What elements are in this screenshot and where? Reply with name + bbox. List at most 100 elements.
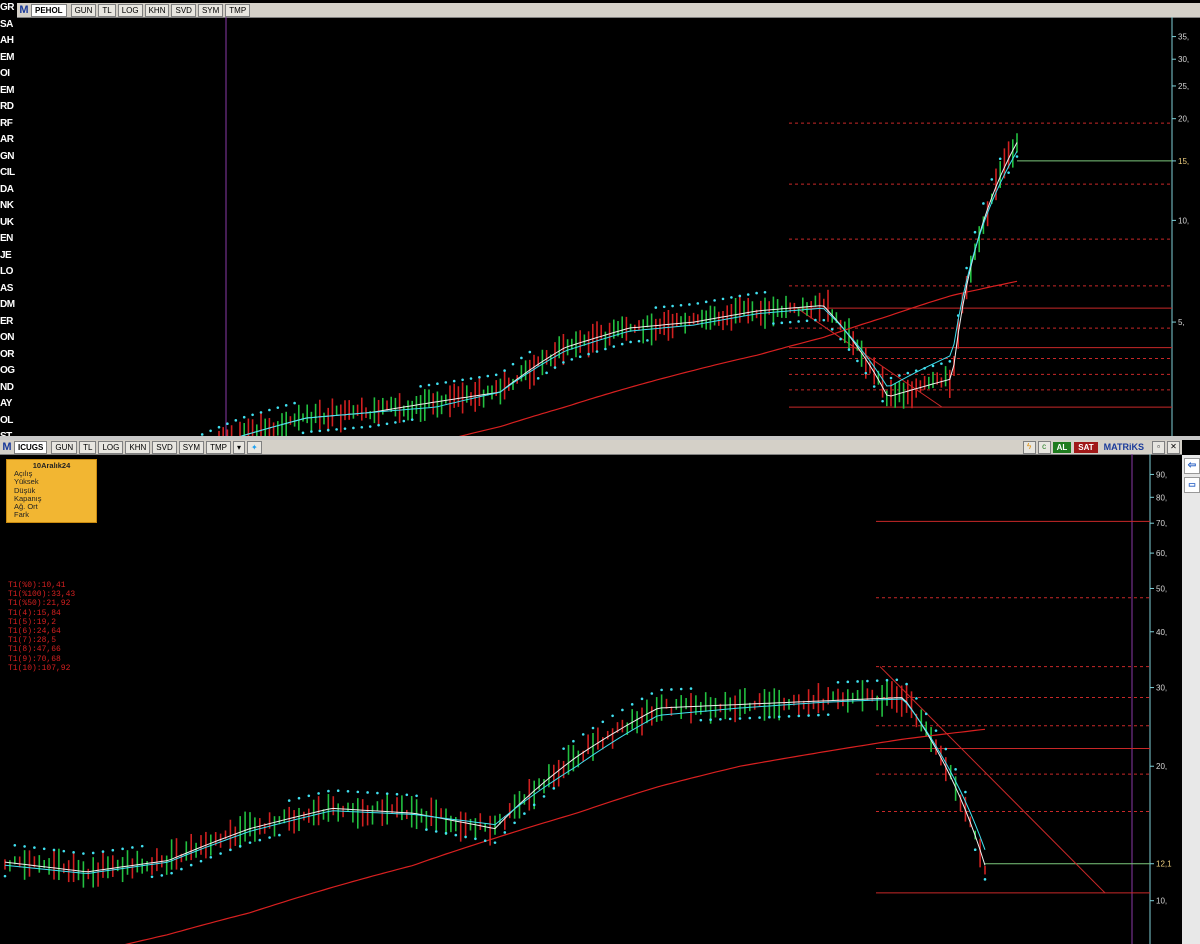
sar-dot — [570, 358, 574, 361]
sar-dot — [748, 716, 752, 720]
toolbar-button-gun[interactable]: GUN — [51, 440, 78, 454]
toolbar-button-sym[interactable]: SYM — [197, 3, 224, 17]
sar-dot — [839, 337, 842, 341]
toolbar-button-gun[interactable]: GUN — [70, 3, 97, 17]
toolbar-button-tmp[interactable]: TMP — [206, 440, 231, 454]
axis-tick-label: 5, — [1178, 318, 1185, 327]
bottom-chart-panel: M ICUGS GUN TL LOG KHN SVD SYM TMP ▾ ✦ ϟ… — [0, 440, 1182, 944]
buy-button[interactable]: AL — [1052, 441, 1072, 453]
sar-dot — [33, 846, 36, 849]
sar-dot — [797, 320, 800, 323]
symbol-list-item[interactable]: OI — [0, 66, 17, 83]
symbol-list-item[interactable]: RD — [0, 99, 17, 116]
sar-dot — [343, 427, 347, 430]
axis-tick-label: 10, — [1178, 216, 1189, 225]
symbol-list-item[interactable]: OR — [0, 347, 17, 364]
sar-dot — [13, 843, 17, 847]
window-icon[interactable]: ▭ — [1184, 477, 1200, 493]
toolbar-button-svd[interactable]: SVD — [171, 3, 196, 17]
symbol-list-item[interactable]: AH — [0, 33, 17, 50]
price-chart-bottom[interactable]: 90, 80, 70, 60, 50, 40, 30, 20, 12,1 10, — [0, 454, 1182, 944]
fib-level-label: T1(10):107,92 — [8, 663, 71, 673]
symbol-list-item[interactable]: OG — [0, 363, 17, 380]
sar-dot — [469, 377, 473, 380]
symbol-list-item[interactable]: EM — [0, 50, 17, 67]
toolbar-button-log[interactable]: LOG — [117, 3, 143, 17]
axis-tick-label: 30, — [1156, 684, 1167, 693]
sar-dot — [284, 404, 288, 407]
symbol-list-item[interactable]: RF — [0, 116, 17, 133]
sar-dot — [180, 867, 183, 871]
dropdown-arrow-icon[interactable]: ▾ — [232, 440, 245, 454]
sell-button[interactable]: SAT — [1074, 441, 1098, 453]
symbol-list-item[interactable]: ND — [0, 380, 17, 397]
sar-dot — [209, 429, 212, 433]
axis-tick-label: 35, — [1178, 33, 1189, 42]
sar-dot — [493, 841, 497, 844]
series-line — [4, 697, 986, 873]
close-icon[interactable]: ✕ — [1167, 440, 1180, 454]
toolbar-button-tl[interactable]: TL — [98, 3, 116, 17]
symbol-list-item[interactable]: OL — [0, 413, 17, 430]
sar-dot — [405, 793, 409, 797]
sar-dot — [242, 415, 246, 419]
trend-line — [879, 666, 1106, 894]
refresh-icon[interactable]: c — [1037, 440, 1051, 454]
back-arrow-icon[interactable]: ⇦ — [1184, 458, 1200, 474]
sar-dot — [728, 717, 732, 721]
symbol-list-item[interactable]: EM — [0, 83, 17, 100]
sar-dot — [234, 419, 238, 422]
bottom-toolbar: M ICUGS GUN TL LOG KHN SVD SYM TMP ▾ ✦ ϟ… — [0, 440, 1182, 455]
symbol-list-item[interactable]: JE — [0, 248, 17, 265]
sar-dot — [552, 787, 556, 790]
sar-dot — [268, 408, 271, 412]
symbol-list-item[interactable]: AR — [0, 132, 17, 149]
symbol-list-item[interactable]: EN — [0, 231, 17, 248]
price-chart-top[interactable]: 35, 30, 25, 20, 15, 10, 5, — [17, 17, 1200, 436]
toolbar-button-sym[interactable]: SYM — [178, 440, 205, 454]
toolbar-button-svd[interactable]: SVD — [152, 440, 177, 454]
symbol-list-item[interactable]: ER — [0, 314, 17, 331]
restore-icon[interactable]: ▫ — [1152, 440, 1165, 454]
symbol-list-item[interactable]: DA — [0, 182, 17, 199]
symbol-list-item[interactable]: UK — [0, 215, 17, 232]
symbol-list-item[interactable]: SA — [0, 17, 17, 34]
axis-tick-label: 30, — [1178, 55, 1189, 64]
symbol-input[interactable]: ICUGS — [14, 440, 48, 454]
symbol-list-item[interactable]: ON — [0, 330, 17, 347]
toolbar-button-tl[interactable]: TL — [79, 440, 97, 454]
lightning-icon[interactable]: ϟ — [1022, 440, 1036, 454]
series-line — [4, 698, 986, 874]
symbol-list-item[interactable]: GR — [0, 0, 17, 17]
sar-dot — [982, 202, 985, 205]
symbol-list-item[interactable]: GN — [0, 149, 17, 166]
toolbar-button-tmp[interactable]: TMP — [225, 3, 251, 17]
sar-dot — [377, 423, 380, 427]
sar-dot — [523, 812, 526, 815]
symbol-list-item[interactable]: AS — [0, 281, 17, 298]
sar-dot — [612, 345, 616, 348]
sar-dot — [394, 421, 397, 424]
axis-tick-label: 15, — [1178, 157, 1189, 166]
sar-dot — [238, 844, 242, 848]
symbol-list-item[interactable]: AY — [0, 396, 17, 413]
sar-dot — [923, 366, 926, 370]
sar-dot — [317, 792, 320, 795]
twitter-icon[interactable]: ✦ — [246, 440, 262, 454]
toolbar-button-log[interactable]: LOG — [98, 440, 124, 454]
sar-dot — [326, 428, 330, 432]
sar-dot — [419, 385, 422, 388]
symbol-list-item[interactable]: LO — [0, 264, 17, 281]
symbol-list-item[interactable]: CIL — [0, 165, 17, 182]
symbol-input[interactable]: PEHOL — [31, 3, 67, 17]
sar-dot — [630, 703, 634, 706]
sar-dot — [520, 356, 523, 360]
symbol-list-item[interactable]: NK — [0, 198, 17, 215]
toolbar-button-khn[interactable]: KHN — [144, 3, 170, 17]
sar-dot — [436, 382, 439, 385]
toolbar-button-khn[interactable]: KHN — [125, 440, 151, 454]
symbol-list-item[interactable]: DM — [0, 297, 17, 314]
sar-dot — [746, 293, 750, 296]
sar-dot — [662, 305, 666, 309]
symbol-list[interactable]: GR SA AH EM OI EM RD RF AR GN CIL DA NK UK EN JE LO AS DM E… — [0, 0, 17, 492]
